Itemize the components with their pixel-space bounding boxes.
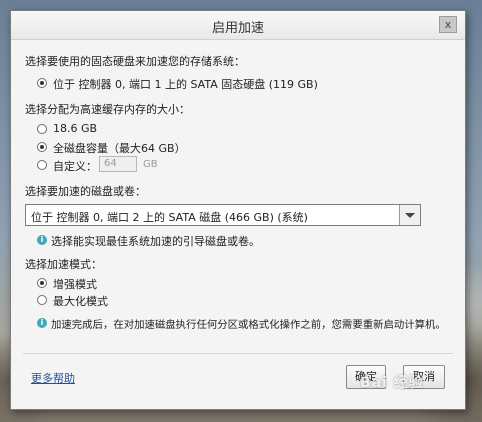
target-disk-hint: 选择能实现最佳系统加速的引导磁盘或卷。: [51, 235, 260, 248]
custom-size-input[interactable]: 64: [99, 156, 137, 172]
dialog-title: 启用加速: [211, 21, 264, 36]
info-icon: i: [37, 318, 47, 328]
cache-full-disk-radio[interactable]: [37, 142, 47, 152]
cache-custom-radio[interactable]: [37, 160, 47, 170]
cache-custom-label[interactable]: 自定义：: [53, 158, 97, 174]
close-button[interactable]: x: [439, 16, 457, 33]
footer-divider: [23, 353, 453, 354]
custom-size-unit: GB: [143, 159, 158, 170]
storage-label: 选择要使用的固态硬盘来加速您的存储系统：: [25, 55, 245, 68]
enable-acceleration-dialog: 启用加速 x 选择要使用的固态硬盘来加速您的存储系统： 位于 控制器 0, 端口…: [10, 10, 466, 410]
target-disk-label: 选择要加速的磁盘或卷：: [25, 185, 146, 198]
chevron-down-icon[interactable]: [399, 205, 420, 225]
cache-size-label: 选择分配为高速缓存内存的大小：: [25, 103, 190, 116]
ssd-option-label[interactable]: 位于 控制器 0, 端口 1 上的 SATA 固态硬盘 (119 GB): [53, 76, 318, 92]
ssd-radio[interactable]: [37, 78, 47, 88]
cache-18gb-label[interactable]: 18.6 GB: [53, 122, 97, 135]
maximized-mode-label[interactable]: 最大化模式: [53, 293, 108, 309]
restart-notice: 加速完成后，在对加速磁盘执行任何分区或格式化操作之前，您需要重新启动计算机。: [51, 319, 446, 331]
target-disk-dropdown[interactable]: 位于 控制器 0, 端口 2 上的 SATA 磁盘 (466 GB) (系统): [25, 204, 421, 226]
watermark-logo: Bai 经验: [360, 375, 424, 391]
enhanced-mode-radio[interactable]: [37, 278, 47, 288]
cache-18gb-radio[interactable]: [37, 124, 47, 134]
enhanced-mode-label[interactable]: 增强模式: [53, 276, 97, 292]
title-bar: 启用加速 x: [11, 11, 465, 40]
cache-full-disk-label[interactable]: 全磁盘容量（最大64 GB）: [53, 140, 186, 156]
target-disk-selected: 位于 控制器 0, 端口 2 上的 SATA 磁盘 (466 GB) (系统): [31, 211, 308, 224]
mode-label: 选择加速模式：: [25, 258, 102, 271]
more-help-link[interactable]: 更多帮助: [31, 370, 75, 386]
info-icon: i: [37, 235, 47, 245]
maximized-mode-radio[interactable]: [37, 295, 47, 305]
